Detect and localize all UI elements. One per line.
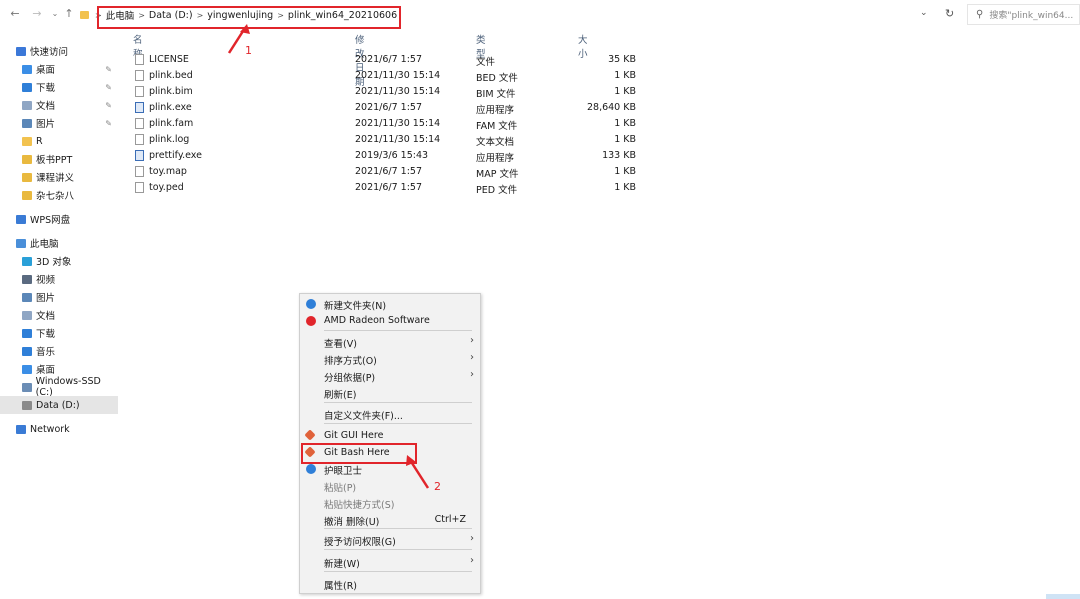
annotation-arrows: [227, 24, 430, 489]
status-corner: [1046, 594, 1080, 599]
annotation-arrow-2: [408, 459, 430, 489]
annotation-arrowhead-2: [406, 455, 416, 466]
file-explorer-window: ← → ⌄ ↑ > 此电脑 > Data (D:) > yingwenlujin…: [0, 0, 1080, 599]
